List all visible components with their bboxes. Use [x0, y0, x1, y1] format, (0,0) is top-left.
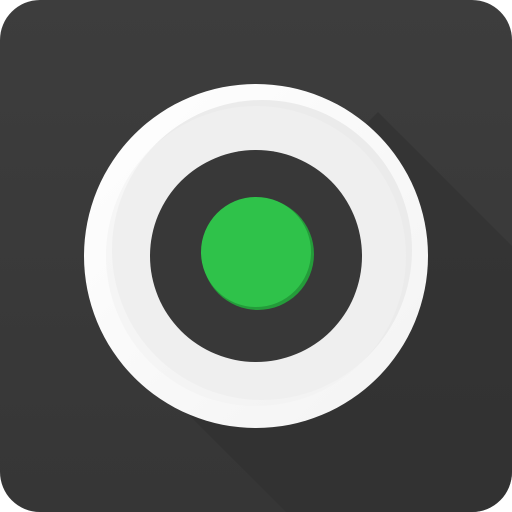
- app-icon[interactable]: [0, 0, 512, 512]
- green-record-dot-icon: [201, 197, 311, 307]
- app-icon-graphic: [0, 0, 512, 512]
